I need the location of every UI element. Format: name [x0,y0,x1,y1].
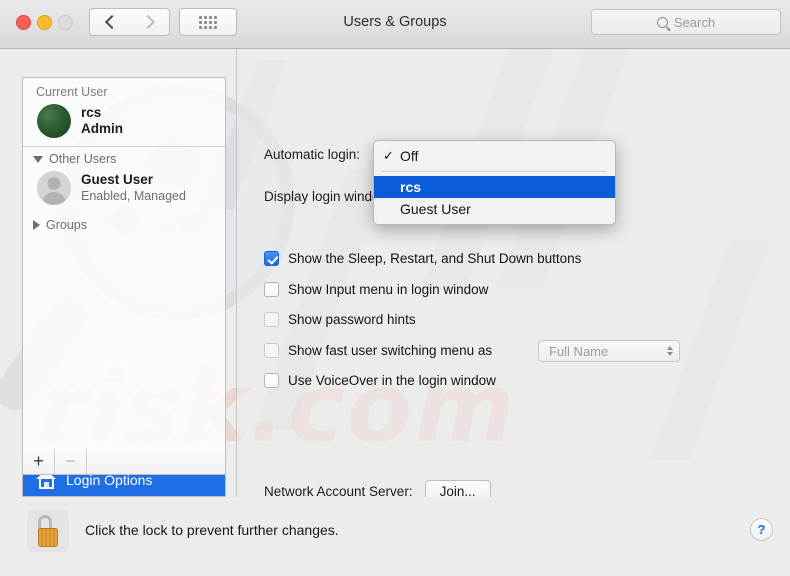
sidebar-group-groups[interactable]: Groups [23,213,225,235]
checkbox[interactable] [264,312,279,327]
menu-item-label: Off [400,148,419,164]
add-user-button[interactable]: + [23,449,55,474]
checkbox-row-password-hints[interactable]: Show password hints [264,312,416,327]
checkbox[interactable] [264,251,279,266]
fast-user-switching-value: Full Name [549,343,609,359]
guest-user-name: Guest User [81,171,154,187]
chevron-updown-icon [667,346,673,356]
checkbox-label: Use VoiceOver in the login window [288,373,496,388]
checkbox[interactable] [264,343,279,358]
checkbox-label: Show Input menu in login window [288,282,489,297]
login-options-pane [236,48,790,497]
sidebar-header-other-users: Other Users [49,152,117,166]
guest-user-status: Enabled, Managed [81,189,186,204]
sidebar-header-current-user: Current User [36,85,108,99]
checkbox-row-voiceover[interactable]: Use VoiceOver in the login window [264,373,496,388]
check-icon: ✓ [383,148,394,163]
automatic-login-dropdown-menu[interactable]: ✓ Off rcs Guest User [373,140,616,225]
checkbox-label: Show password hints [288,312,416,327]
automatic-login-label: Automatic login: [264,147,361,162]
sidebar-group-other-users[interactable]: Other Users [23,147,225,169]
current-user-role: Admin [81,121,123,136]
menu-item-label: Guest User [400,201,471,217]
automatic-login-row: Automatic login: [264,147,360,162]
menu-item-guest-user[interactable]: Guest User [374,198,615,220]
sidebar-item-guest-user[interactable]: Guest User Enabled, Managed [23,169,225,213]
fast-user-switching-popup[interactable]: Full Name [538,340,680,362]
unlocked-padlock-icon [37,515,59,547]
menu-item-off[interactable]: ✓ Off [374,145,615,167]
menu-item-rcs[interactable]: rcs [374,176,615,198]
checkbox-row-input-menu[interactable]: Show Input menu in login window [264,282,488,297]
search-input[interactable]: Search [591,9,781,35]
lock-button[interactable] [27,510,69,552]
triangle-down-icon [33,155,43,163]
checkbox-row-fast-user-switching[interactable]: Show fast user switching menu as [264,343,492,358]
content-area: Current User rcs Admin Other Users Guest… [0,48,790,503]
bottom-bar: Click the lock to prevent further change… [0,497,790,576]
lock-status-text: Click the lock to prevent further change… [85,522,339,538]
users-sidebar: Current User rcs Admin Other Users Guest… [22,77,226,497]
menu-separator [382,171,607,172]
search-placeholder: Search [673,14,716,30]
remove-user-button[interactable]: − [55,449,87,474]
triangle-right-icon [33,220,40,230]
checkbox[interactable] [264,282,279,297]
menu-item-label: rcs [400,179,422,195]
users-and-groups-window: risk.com Users & Groups Search Current U… [0,0,790,576]
avatar [37,104,71,138]
title-bar: Users & Groups Search [0,0,790,49]
sidebar-header-groups: Groups [46,218,87,232]
sidebar-item-current-user[interactable]: rcs Admin [23,102,225,146]
search-icon [656,16,668,28]
sidebar-footer: + − [22,449,226,475]
checkbox[interactable] [264,373,279,388]
checkbox-label: Show fast user switching menu as [288,343,493,358]
checkbox-label: Show the Sleep, Restart, and Shut Down b… [288,251,582,266]
current-user-name: rcs [81,104,102,120]
avatar [37,171,71,205]
checkbox-row-sleep-restart-shutdown[interactable]: Show the Sleep, Restart, and Shut Down b… [264,251,581,266]
help-button[interactable]: ? [750,518,773,541]
